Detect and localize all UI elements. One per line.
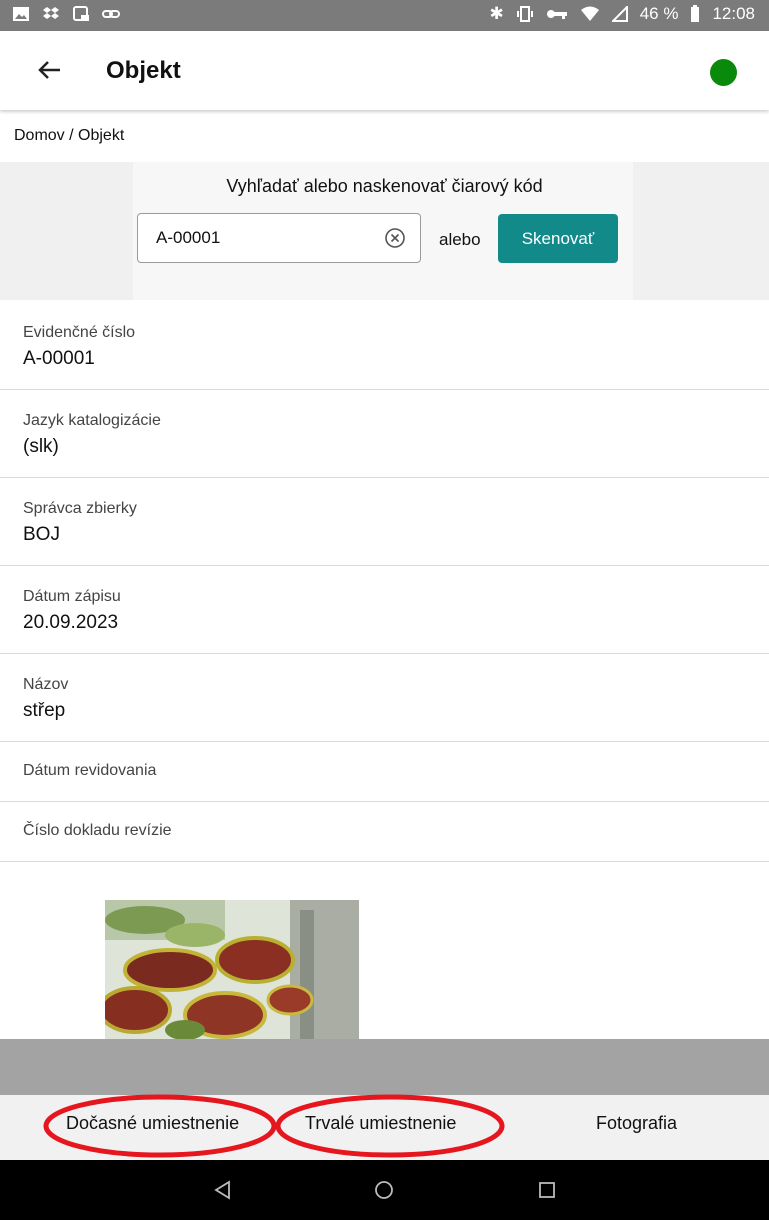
field-label: Dátum revidovania — [23, 762, 157, 779]
field-value: A-00001 — [23, 348, 95, 369]
highlight-temporary-ellipse — [43, 1094, 277, 1158]
key-icon — [546, 10, 567, 19]
field-collection-admin: Správca zbierky BOJ — [0, 478, 769, 566]
screenshot-icon — [73, 6, 89, 21]
object-photo[interactable] — [105, 900, 359, 1040]
barcode-search-field[interactable] — [137, 213, 421, 263]
image-icon — [13, 7, 29, 21]
circle-home-icon[interactable] — [374, 1180, 394, 1200]
bluetooth-icon: ✱ — [489, 4, 504, 23]
field-value: střep — [23, 700, 66, 721]
field-value: BOJ — [23, 524, 60, 545]
square-recents-icon[interactable] — [538, 1181, 556, 1199]
wifi-icon — [580, 6, 599, 21]
field-label: Názov — [23, 676, 69, 693]
field-value: 20.09.2023 — [23, 612, 119, 633]
field-label: Dátum zápisu — [23, 588, 121, 605]
or-label: alebo — [439, 230, 481, 249]
field-label: Správca zbierky — [23, 500, 137, 517]
vibrate-icon — [516, 6, 533, 22]
field-label: Číslo dokladu revízie — [23, 822, 172, 839]
field-evidence-number: Evidenčné číslo A-00001 — [0, 300, 769, 390]
highlight-annotations — [43, 1094, 505, 1158]
barcode-search-input[interactable] — [154, 227, 378, 249]
battery-percent: 46 % — [639, 4, 679, 23]
highlight-permanent-ellipse — [275, 1094, 505, 1158]
page-title: Objekt — [106, 57, 181, 84]
clock: 12:08 — [712, 4, 755, 23]
field-catalog-language: Jazyk katalogizácie (slk) — [0, 390, 769, 478]
field-name: Názov střep — [0, 654, 769, 742]
no-sim-icon — [611, 6, 628, 22]
clear-circle-icon[interactable] — [384, 227, 406, 249]
status-bar: ✱ 46 % 12:08 — [0, 0, 769, 31]
dropbox-icon — [43, 7, 59, 19]
scan-button[interactable]: Skenovať — [498, 214, 618, 263]
arrow-left-icon[interactable] — [32, 53, 66, 87]
app-bar: Objekt — [0, 31, 769, 110]
system-nav-bar — [0, 1160, 769, 1220]
field-value: (slk) — [23, 436, 59, 457]
link-icon — [102, 10, 120, 18]
field-revision-date: Dátum revidovania — [0, 742, 769, 802]
field-entry-date: Dátum zápisu 20.09.2023 — [0, 566, 769, 654]
bottom-sheet-handle-area — [0, 1039, 769, 1095]
connection-status-dot — [710, 59, 737, 86]
search-label: Vyhľadať alebo naskenovať čiarový kód — [226, 176, 543, 196]
battery-icon — [691, 5, 700, 22]
field-label: Jazyk katalogizácie — [23, 412, 161, 429]
triangle-back-icon[interactable] — [214, 1180, 232, 1200]
breadcrumb[interactable]: Domov / Objekt — [14, 127, 124, 145]
field-label: Evidenčné číslo — [23, 324, 136, 341]
field-revision-document: Číslo dokladu revízie — [0, 802, 769, 862]
